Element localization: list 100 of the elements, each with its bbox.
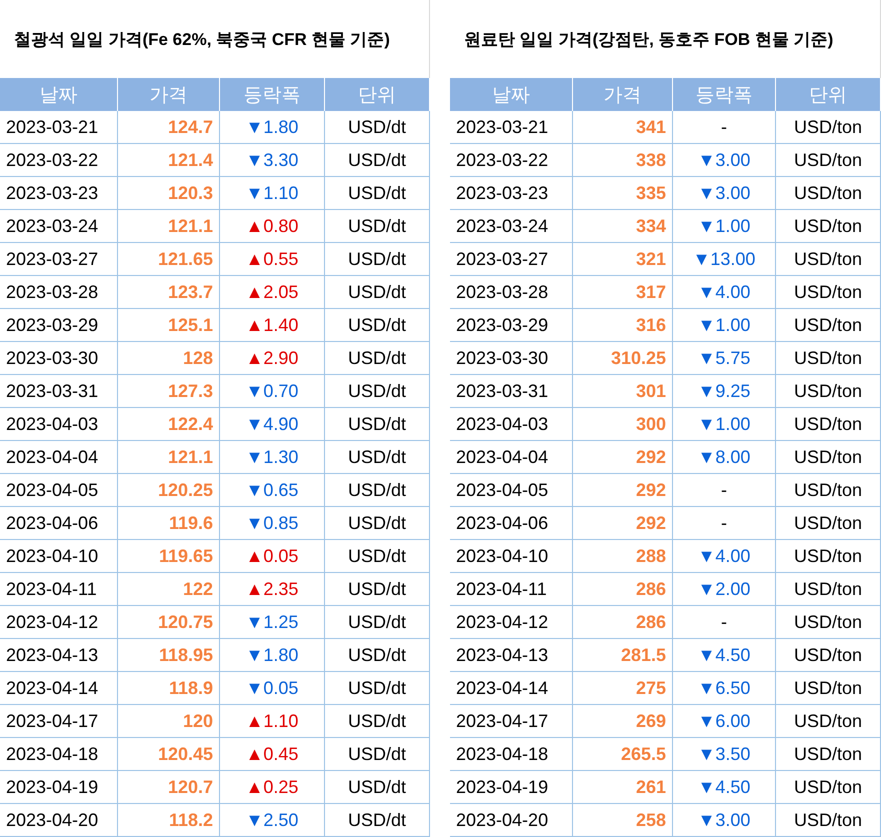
price-cell: 118.9 <box>118 672 220 705</box>
change-cell: ▼4.00 <box>673 540 776 573</box>
unit-cell: USD/dt <box>325 573 430 606</box>
price-cell: 119.65 <box>118 540 220 573</box>
unit-cell: USD/dt <box>325 804 430 837</box>
date-cell: 2023-04-03 <box>0 408 118 441</box>
price-cell: 120.25 <box>118 474 220 507</box>
date-cell: 2023-04-04 <box>450 441 573 474</box>
price-cell: 286 <box>573 606 673 639</box>
price-cell: 269 <box>573 705 673 738</box>
date-cell: 2023-04-11 <box>450 573 573 606</box>
date-cell: 2023-04-06 <box>0 507 118 540</box>
date-cell: 2023-03-23 <box>0 177 118 210</box>
price-cell: 122 <box>118 573 220 606</box>
price-cell: 125.1 <box>118 309 220 342</box>
price-cell: 118.95 <box>118 639 220 672</box>
change-cell: ▼8.00 <box>673 441 776 474</box>
change-cell: - <box>673 111 776 144</box>
unit-cell: USD/ton <box>776 705 881 738</box>
unit-cell: USD/dt <box>325 606 430 639</box>
unit-cell: USD/ton <box>776 276 881 309</box>
date-cell: 2023-03-28 <box>450 276 573 309</box>
unit-cell: USD/dt <box>325 243 430 276</box>
unit-cell: USD/ton <box>776 639 881 672</box>
change-cell: ▼0.70 <box>220 375 325 408</box>
price-cell: 292 <box>573 441 673 474</box>
change-cell: - <box>673 474 776 507</box>
price-cell: 124.7 <box>118 111 220 144</box>
change-cell: ▲2.90 <box>220 342 325 375</box>
date-cell: 2023-04-05 <box>450 474 573 507</box>
price-cell: 317 <box>573 276 673 309</box>
change-cell: ▲0.55 <box>220 243 325 276</box>
change-cell: ▼0.65 <box>220 474 325 507</box>
unit-cell: USD/dt <box>325 408 430 441</box>
date-cell: 2023-03-22 <box>450 144 573 177</box>
date-cell: 2023-04-12 <box>450 606 573 639</box>
date-cell: 2023-04-04 <box>0 441 118 474</box>
date-cell: 2023-04-12 <box>0 606 118 639</box>
column-header: 날짜 <box>450 78 573 111</box>
price-cell: 120 <box>118 705 220 738</box>
change-cell: ▲0.80 <box>220 210 325 243</box>
date-cell: 2023-03-21 <box>0 111 118 144</box>
date-cell: 2023-04-05 <box>0 474 118 507</box>
change-cell: ▼6.00 <box>673 705 776 738</box>
change-cell: ▲2.35 <box>220 573 325 606</box>
unit-cell: USD/dt <box>325 309 430 342</box>
unit-cell: USD/ton <box>776 111 881 144</box>
change-cell: ▼4.50 <box>673 639 776 672</box>
change-cell: - <box>673 507 776 540</box>
date-cell: 2023-03-24 <box>0 210 118 243</box>
date-cell: 2023-04-13 <box>0 639 118 672</box>
date-cell: 2023-03-27 <box>0 243 118 276</box>
price-cell: 120.45 <box>118 738 220 771</box>
date-cell: 2023-04-17 <box>450 705 573 738</box>
date-cell: 2023-04-10 <box>0 540 118 573</box>
change-cell: ▲0.45 <box>220 738 325 771</box>
date-cell: 2023-03-22 <box>0 144 118 177</box>
change-cell: ▼13.00 <box>673 243 776 276</box>
date-cell: 2023-04-20 <box>0 804 118 837</box>
price-cell: 121.1 <box>118 441 220 474</box>
change-cell: ▲0.05 <box>220 540 325 573</box>
change-cell: ▲1.10 <box>220 705 325 738</box>
price-cell: 120.3 <box>118 177 220 210</box>
date-cell: 2023-04-20 <box>450 804 573 837</box>
price-cell: 292 <box>573 507 673 540</box>
column-header: 날짜 <box>0 78 118 111</box>
price-cell: 122.4 <box>118 408 220 441</box>
price-cell: 265.5 <box>573 738 673 771</box>
price-cell: 118.2 <box>118 804 220 837</box>
change-cell: ▼4.00 <box>673 276 776 309</box>
change-cell: ▼1.80 <box>220 111 325 144</box>
price-cell: 341 <box>573 111 673 144</box>
change-cell: ▼3.30 <box>220 144 325 177</box>
unit-cell: USD/ton <box>776 771 881 804</box>
unit-cell: USD/ton <box>776 474 881 507</box>
unit-cell: USD/ton <box>776 441 881 474</box>
date-cell: 2023-04-11 <box>0 573 118 606</box>
unit-cell: USD/ton <box>776 408 881 441</box>
unit-cell: USD/dt <box>325 738 430 771</box>
change-cell: ▼4.90 <box>220 408 325 441</box>
column-header: 가격 <box>118 78 220 111</box>
change-cell: ▼1.25 <box>220 606 325 639</box>
unit-cell: USD/dt <box>325 639 430 672</box>
unit-cell: USD/dt <box>325 441 430 474</box>
change-cell: ▼0.05 <box>220 672 325 705</box>
date-cell: 2023-04-19 <box>0 771 118 804</box>
date-cell: 2023-03-23 <box>450 177 573 210</box>
price-cell: 127.3 <box>118 375 220 408</box>
price-cell: 316 <box>573 309 673 342</box>
change-cell: ▼9.25 <box>673 375 776 408</box>
unit-cell: USD/ton <box>776 243 881 276</box>
unit-cell: USD/dt <box>325 342 430 375</box>
change-cell: ▲1.40 <box>220 309 325 342</box>
column-header: 등락폭 <box>220 78 325 111</box>
unit-cell: USD/dt <box>325 672 430 705</box>
unit-cell: USD/dt <box>325 111 430 144</box>
change-cell: ▼4.50 <box>673 771 776 804</box>
price-cell: 261 <box>573 771 673 804</box>
unit-cell: USD/dt <box>325 771 430 804</box>
date-cell: 2023-03-28 <box>0 276 118 309</box>
